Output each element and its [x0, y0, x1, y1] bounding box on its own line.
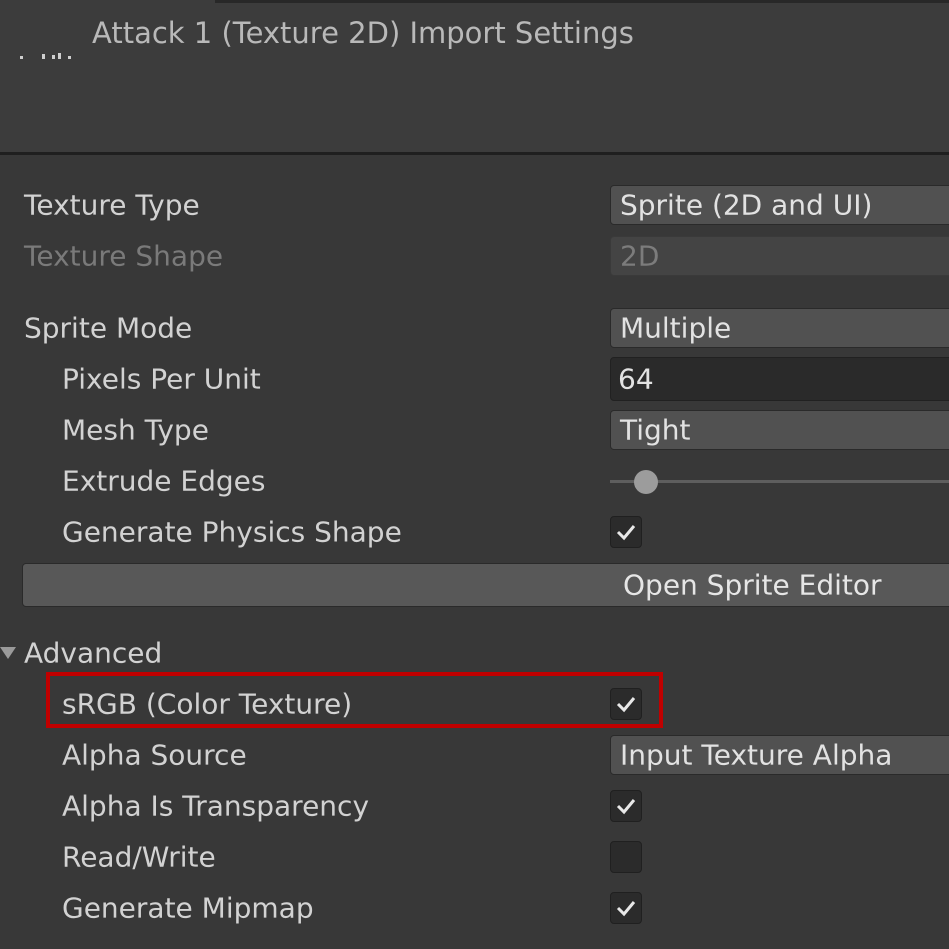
extrude-edges-slider[interactable]: [610, 466, 949, 496]
open-sprite-editor-button[interactable]: Open Sprite Editor: [22, 563, 949, 607]
inspector-title: Attack 1 (Texture 2D) Import Settings: [92, 16, 634, 50]
slider-track[interactable]: [610, 480, 949, 483]
texture-type-dropdown[interactable]: Sprite (2D and UI): [610, 185, 949, 225]
alpha-is-transparency-checkbox[interactable]: [610, 790, 642, 822]
generate-physics-shape-label: Generate Physics Shape: [62, 515, 402, 549]
generate-mipmap-label: Generate Mipmap: [62, 891, 314, 925]
alpha-source-label: Alpha Source: [62, 738, 247, 772]
alpha-is-transparency-label: Alpha Is Transparency: [62, 789, 370, 823]
advanced-foldout[interactable]: Advanced: [0, 630, 949, 676]
read-write-checkbox[interactable]: [610, 841, 642, 873]
triangle-down-icon[interactable]: [0, 647, 16, 659]
pixels-per-unit-row: Pixels Per Unit 64: [0, 356, 949, 402]
generate-physics-shape-checkbox[interactable]: [610, 516, 642, 548]
read-write-row: Read/Write: [0, 834, 949, 880]
texture-type-value: Sprite (2D and UI): [620, 188, 873, 222]
srgb-row: sRGB (Color Texture): [0, 681, 949, 727]
texture-shape-value: 2D: [620, 239, 660, 273]
generate-mipmap-checkbox[interactable]: [610, 892, 642, 924]
open-sprite-editor-label: Open Sprite Editor: [623, 568, 882, 602]
advanced-label[interactable]: Advanced: [24, 637, 162, 670]
texture-asset-icon: [18, 46, 76, 62]
checkmark-icon: [616, 525, 636, 541]
generate-physics-shape-row: Generate Physics Shape: [0, 509, 949, 555]
alpha-source-value: Input Texture Alpha: [620, 738, 893, 772]
texture-shape-row: Texture Shape 2D: [0, 233, 949, 279]
checkmark-icon: [616, 799, 636, 815]
alpha-is-transparency-row: Alpha Is Transparency: [0, 783, 949, 829]
sprite-mode-value: Multiple: [620, 311, 732, 345]
texture-type-label: Texture Type: [24, 188, 200, 222]
mesh-type-row: Mesh Type Tight: [0, 407, 949, 453]
checkmark-icon: [616, 901, 636, 917]
generate-mipmap-row: Generate Mipmap: [0, 885, 949, 931]
texture-shape-label: Texture Shape: [24, 239, 224, 273]
sprite-mode-row: Sprite Mode Multiple: [0, 305, 949, 351]
alpha-source-row: Alpha Source Input Texture Alpha: [0, 732, 949, 778]
checkmark-icon: [616, 697, 636, 713]
srgb-label: sRGB (Color Texture): [62, 687, 353, 721]
sprite-mode-dropdown[interactable]: Multiple: [610, 308, 949, 348]
pixels-per-unit-label: Pixels Per Unit: [62, 362, 261, 396]
extrude-edges-label: Extrude Edges: [62, 464, 266, 498]
slider-thumb[interactable]: [634, 470, 658, 494]
mesh-type-value: Tight: [620, 413, 691, 447]
texture-type-row: Texture Type Sprite (2D and UI): [0, 182, 949, 228]
header-divider: [215, 0, 949, 3]
read-write-label: Read/Write: [62, 840, 216, 874]
alpha-source-dropdown[interactable]: Input Texture Alpha: [610, 735, 949, 775]
texture-shape-dropdown: 2D: [610, 236, 949, 276]
pixels-per-unit-field[interactable]: 64: [610, 357, 949, 401]
extrude-edges-row: Extrude Edges: [0, 458, 949, 504]
srgb-checkbox[interactable]: [610, 688, 642, 720]
mesh-type-label: Mesh Type: [62, 413, 209, 447]
inspector-header: Attack 1 (Texture 2D) Import Settings: [0, 0, 949, 155]
inspector-panel: Attack 1 (Texture 2D) Import Settings Te…: [0, 0, 949, 949]
sprite-mode-label: Sprite Mode: [24, 311, 193, 345]
mesh-type-dropdown[interactable]: Tight: [610, 410, 949, 450]
pixels-per-unit-value: 64: [618, 362, 654, 396]
